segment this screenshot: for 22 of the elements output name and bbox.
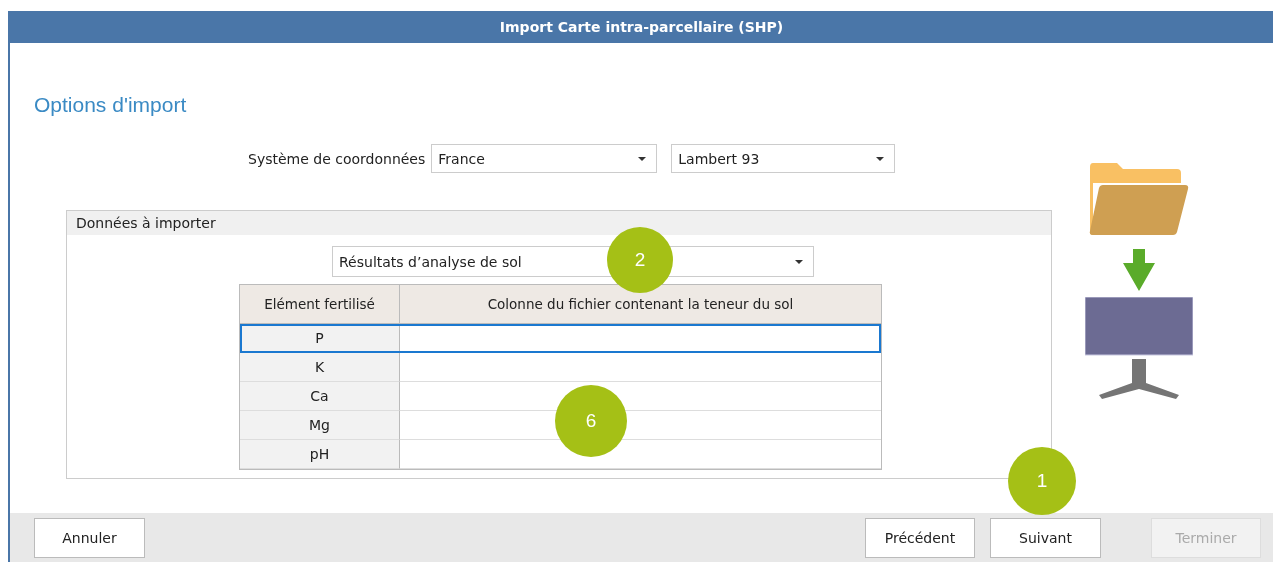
- page-heading: Options d'import: [34, 93, 188, 117]
- dropdown[interactable]: Lambert 93: [671, 144, 896, 173]
- column-header: Colonne du fichier contenant la teneur du sol: [486, 295, 795, 314]
- caret-icon: [638, 156, 647, 161]
- row-header[interactable]: P: [240, 324, 400, 353]
- row-header[interactable]: K: [240, 353, 400, 382]
- folder-icon: [1089, 163, 1189, 235]
- dialog-button[interactable]: Annuler: [34, 517, 145, 558]
- window-title: Import Carte intra-parcellaire (SHP): [10, 11, 1273, 43]
- caret-icon: [795, 259, 803, 264]
- row-header[interactable]: Ca: [240, 382, 400, 411]
- group-title: Données à importer: [67, 211, 1051, 235]
- column-header: Elément fertilisé: [240, 285, 400, 323]
- row-header[interactable]: pH: [240, 440, 400, 469]
- dialog-button[interactable]: Précédent: [865, 517, 975, 558]
- down-arrow-icon: [1123, 249, 1155, 291]
- row-header[interactable]: Mg: [240, 411, 400, 440]
- caret-icon: [876, 156, 885, 161]
- dialog-button[interactable]: Suivant: [990, 517, 1101, 558]
- field-label: Système de coordonnées: [248, 150, 426, 167]
- callout-badge: 1: [1008, 447, 1076, 515]
- dropdown[interactable]: France: [431, 144, 658, 173]
